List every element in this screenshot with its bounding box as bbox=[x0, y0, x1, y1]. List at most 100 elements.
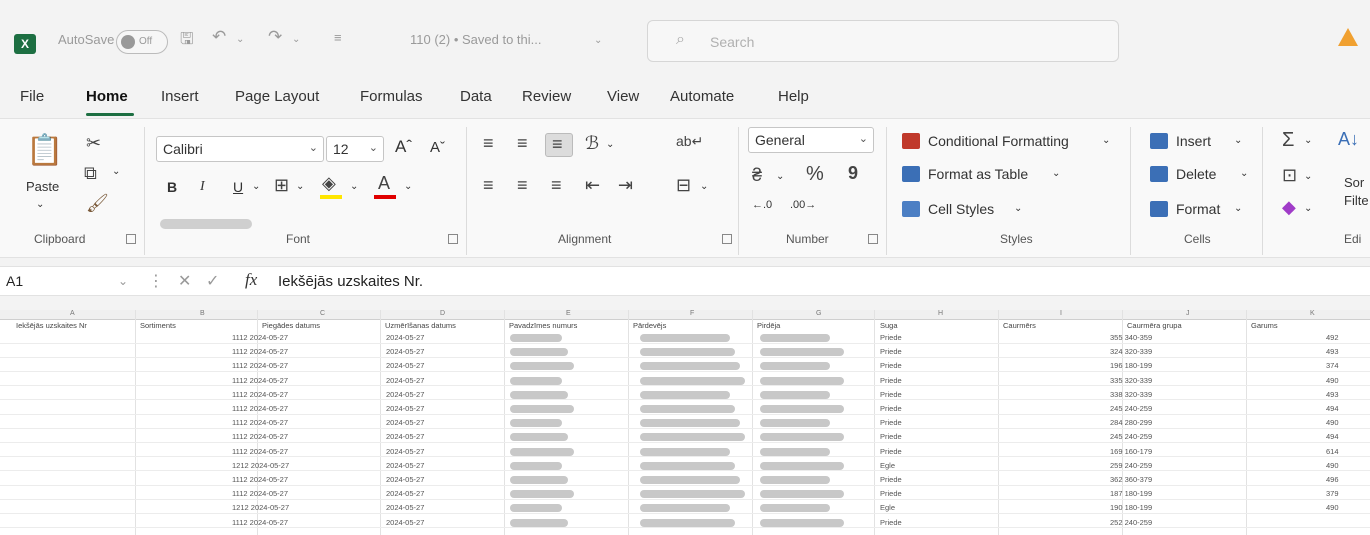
cell-measure-date[interactable]: 2024-05-27 bbox=[386, 404, 424, 413]
cell-diameter-group[interactable]: 355 340-359 bbox=[1110, 333, 1152, 342]
cell-measure-date[interactable]: 2024-05-27 bbox=[386, 418, 424, 427]
conditional-formatting-button[interactable]: Conditional Formatting bbox=[928, 133, 1069, 149]
cell-diameter-group[interactable]: 169 160-179 bbox=[1110, 447, 1152, 456]
cell-diameter-group[interactable]: 335 320-339 bbox=[1110, 376, 1152, 385]
excel-icon[interactable]: X bbox=[14, 34, 36, 54]
cell-length[interactable]: 490 bbox=[1326, 461, 1339, 470]
cell-delivery[interactable]: 1112 2024-05-27 bbox=[232, 475, 288, 484]
column-header-e[interactable]: E bbox=[566, 310, 571, 317]
cell-length[interactable]: 614 bbox=[1326, 447, 1339, 456]
decrease-indent-icon[interactable]: ⇤ bbox=[585, 175, 600, 196]
comma-style-button[interactable]: 9 bbox=[848, 163, 858, 184]
cell-diameter-group[interactable]: 259 240-259 bbox=[1110, 461, 1152, 470]
cut-icon[interactable]: ✂ bbox=[86, 133, 101, 154]
cell-diameter-group[interactable]: 252 240-259 bbox=[1110, 518, 1152, 527]
tab-home[interactable]: Home bbox=[86, 88, 128, 105]
column-header-g[interactable]: G bbox=[816, 310, 821, 317]
cell-measure-date[interactable]: 2024-05-27 bbox=[386, 518, 424, 527]
cell-delivery[interactable]: 1112 2024-05-27 bbox=[232, 404, 288, 413]
font-name-combo[interactable]: Calibri ⌄ bbox=[156, 136, 324, 162]
paste-dropdown-icon[interactable]: ⌄ bbox=[36, 199, 44, 210]
align-left-icon[interactable]: ≡ bbox=[483, 175, 494, 196]
cell-delivery[interactable]: 1112 2024-05-27 bbox=[232, 447, 288, 456]
cell-species[interactable]: Priede bbox=[880, 390, 902, 399]
warning-icon[interactable] bbox=[1338, 28, 1358, 46]
font-color-dropdown-icon[interactable]: ⌄ bbox=[404, 181, 412, 192]
clear-dropdown-icon[interactable]: ⌄ bbox=[1304, 203, 1312, 214]
cell-delivery[interactable]: 1112 2024-05-27 bbox=[232, 376, 288, 385]
copy-icon[interactable]: ⧉ bbox=[84, 163, 97, 184]
cell-species[interactable]: Priede bbox=[880, 376, 902, 385]
cell-diameter-group[interactable]: 187 180-199 bbox=[1110, 489, 1152, 498]
cell-delivery[interactable]: 1112 2024-05-27 bbox=[232, 333, 288, 342]
cell-delivery[interactable]: 1112 2024-05-27 bbox=[232, 489, 288, 498]
cell-delivery[interactable]: 1212 2024-05-27 bbox=[232, 503, 289, 512]
cell-measure-date[interactable]: 2024-05-27 bbox=[386, 361, 424, 370]
tab-page-layout[interactable]: Page Layout bbox=[235, 88, 319, 105]
header-cell[interactable]: Caurmērs bbox=[1003, 321, 1036, 330]
customize-quick-access-icon[interactable]: ≡ bbox=[334, 30, 342, 45]
tab-insert[interactable]: Insert bbox=[161, 88, 199, 105]
accounting-dropdown-icon[interactable]: ⌄ bbox=[776, 171, 784, 182]
increase-font-icon[interactable]: Aˆ bbox=[395, 137, 412, 157]
cancel-icon[interactable]: ✕ bbox=[178, 271, 191, 291]
format-as-table-button[interactable]: Format as Table bbox=[928, 166, 1028, 182]
cell-diameter-group[interactable]: 338 320-339 bbox=[1110, 390, 1152, 399]
table-row[interactable]: 1112 2024-05-27 2024-05-27 Priede 245 240-2… bbox=[0, 431, 1370, 444]
table-row[interactable]: 1112 2024-05-27 2024-05-27 Priede 169 160-1… bbox=[0, 446, 1370, 458]
decrease-decimal-icon[interactable]: .00→ bbox=[790, 199, 816, 211]
spreadsheet-grid[interactable]: A B C D E F G H I J K Iekšējās uzskaites… bbox=[0, 310, 1370, 535]
table-row[interactable]: 1112 2024-05-27 2024-05-27 Priede 196 180-1… bbox=[0, 360, 1370, 373]
cell-length[interactable]: 496 bbox=[1326, 475, 1339, 484]
file-title[interactable]: 110 (2) • Saved to thi... bbox=[410, 32, 542, 47]
merge-center-icon[interactable]: ⊟ bbox=[676, 175, 691, 196]
orientation-icon[interactable]: ℬ bbox=[585, 133, 599, 154]
cell-delivery[interactable]: 1112 2024-05-27 bbox=[232, 418, 288, 427]
tab-formulas[interactable]: Formulas bbox=[360, 88, 423, 105]
bold-button[interactable]: B bbox=[167, 179, 177, 195]
cell-length[interactable]: 493 bbox=[1326, 390, 1339, 399]
alignment-launcher-icon[interactable] bbox=[722, 234, 732, 244]
insert-function-button[interactable]: fx bbox=[245, 270, 257, 290]
merge-dropdown-icon[interactable]: ⌄ bbox=[700, 181, 708, 192]
cell-diameter-group[interactable]: 245 240-259 bbox=[1110, 432, 1152, 441]
align-bottom-button[interactable]: ≡ bbox=[545, 133, 573, 157]
cell-species[interactable]: Priede bbox=[880, 432, 902, 441]
cell-length[interactable]: 493 bbox=[1326, 347, 1339, 356]
autosum-dropdown-icon[interactable]: ⌄ bbox=[1304, 135, 1312, 146]
cell-length[interactable]: 490 bbox=[1326, 376, 1339, 385]
fill-color-dropdown-icon[interactable]: ⌄ bbox=[350, 181, 358, 192]
number-format-combo[interactable]: General ⌄ bbox=[748, 127, 874, 153]
undo-icon[interactable]: ↶ bbox=[212, 27, 226, 47]
accounting-format-icon[interactable]: ₴ bbox=[752, 165, 762, 186]
cell-delivery[interactable]: 1112 2024-05-27 bbox=[232, 390, 288, 399]
name-box[interactable]: A1 bbox=[6, 273, 23, 289]
fill-dropdown-icon[interactable]: ⌄ bbox=[1304, 171, 1312, 182]
column-header-a[interactable]: A bbox=[70, 310, 75, 317]
search-box[interactable]: ⌕ Search bbox=[647, 20, 1119, 62]
borders-icon[interactable]: ⊞ bbox=[274, 175, 289, 196]
name-box-dropdown-icon[interactable]: ⌄ bbox=[118, 274, 128, 288]
cell-species[interactable]: Priede bbox=[880, 418, 902, 427]
autosave-toggle[interactable]: Off bbox=[116, 30, 168, 54]
enter-icon[interactable]: ✓ bbox=[206, 271, 219, 291]
align-top-icon[interactable]: ≡ bbox=[483, 133, 494, 154]
cell-delivery[interactable]: 1112 2024-05-27 bbox=[232, 432, 288, 441]
header-cell[interactable]: Pavadzīmes numurs bbox=[509, 321, 577, 330]
increase-indent-icon[interactable]: ⇥ bbox=[618, 175, 633, 196]
table-row[interactable]: 1112 2024-05-27 2024-05-27 Priede 284 280-2… bbox=[0, 417, 1370, 429]
column-header-i[interactable]: I bbox=[1060, 310, 1062, 317]
percent-style-button[interactable]: % bbox=[806, 163, 824, 186]
table-row[interactable]: 1112 2024-05-27 2024-05-27 Priede 338 320-3… bbox=[0, 389, 1370, 401]
column-header-b[interactable]: B bbox=[200, 310, 205, 317]
fill-color-icon[interactable]: ◈ bbox=[322, 173, 336, 194]
cell-measure-date[interactable]: 2024-05-27 bbox=[386, 475, 424, 484]
tab-view[interactable]: View bbox=[607, 88, 639, 105]
table-row[interactable]: 1112 2024-05-27 2024-05-27 Priede 355 340-3… bbox=[0, 332, 1370, 344]
table-row[interactable]: 1112 2024-05-27 2024-05-27 Priede 187 180-1… bbox=[0, 488, 1370, 500]
format-dropdown-icon[interactable]: ⌄ bbox=[1234, 203, 1242, 214]
cell-length[interactable]: 374 bbox=[1326, 361, 1339, 370]
paste-label[interactable]: Paste bbox=[26, 179, 59, 194]
orientation-dropdown-icon[interactable]: ⌄ bbox=[606, 139, 614, 150]
decrease-font-icon[interactable]: Aˇ bbox=[430, 139, 445, 156]
